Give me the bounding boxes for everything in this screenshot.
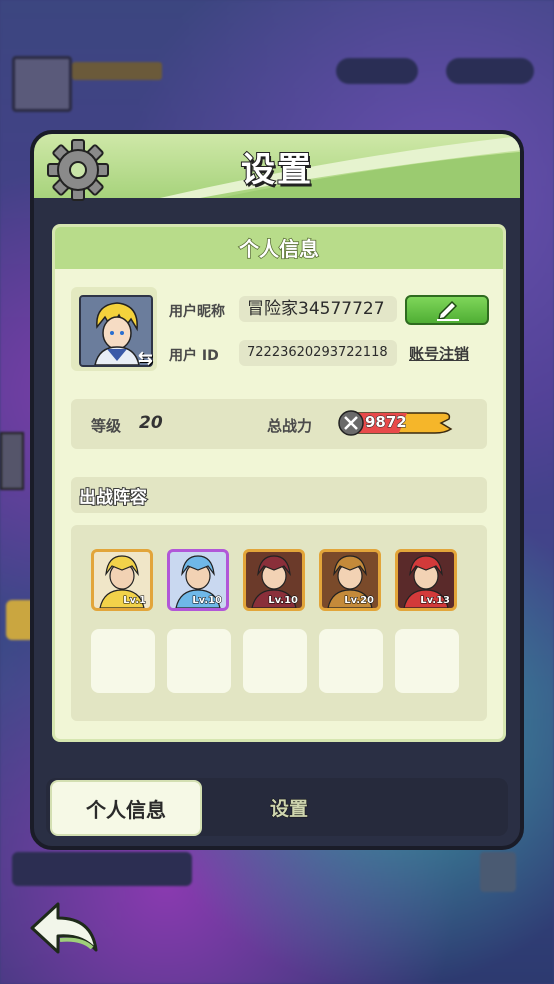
- id-label: 用户 ID: [169, 348, 219, 364]
- hero-level: Lv.13: [420, 595, 451, 607]
- empty-hero-slot[interactable]: [167, 629, 231, 693]
- edit-nickname-button[interactable]: [405, 295, 489, 325]
- hero-card[interactable]: Lv.13: [395, 549, 457, 611]
- nickname-value: 冒险家34577727: [239, 296, 397, 322]
- tab-personal-info-label: 个人信息: [86, 798, 166, 822]
- bg-name-bar: [72, 62, 162, 80]
- bg-mail-icon: [480, 852, 516, 892]
- hero-level: Lv.1: [123, 595, 147, 607]
- hero-level: Lv.10: [192, 595, 223, 607]
- hero-card[interactable]: Lv.1: [91, 549, 153, 611]
- bg-resource-1: [336, 58, 418, 84]
- lineup-header: 出战阵容: [71, 477, 487, 513]
- empty-hero-slot[interactable]: [91, 629, 155, 693]
- power-value: 9872: [365, 413, 408, 432]
- settings-panel: 设置 个人信息 ⇆ 用户昵称 冒险家34577727 用户 ID 7222362…: [30, 130, 524, 850]
- hero-card[interactable]: Lv.20: [319, 549, 381, 611]
- hero-level: Lv.10: [268, 595, 299, 607]
- tab-personal-info[interactable]: 个人信息: [50, 780, 202, 836]
- id-value: 72223620293722118: [239, 340, 397, 366]
- swap-avatar-icon[interactable]: ⇆: [138, 348, 153, 369]
- level-label: 等级: [91, 417, 122, 435]
- lineup-title: 出战阵容: [78, 487, 148, 509]
- empty-hero-slot[interactable]: [319, 629, 383, 693]
- bg-side-device: [0, 432, 24, 490]
- level-value: 20: [139, 413, 163, 433]
- personal-info-content: 个人信息 ⇆ 用户昵称 冒险家34577727 用户 ID 7222362029…: [52, 224, 506, 742]
- player-avatar[interactable]: ⇆: [71, 287, 157, 371]
- hero-level: Lv.20: [344, 595, 375, 607]
- cancel-account-link[interactable]: 账号注销: [409, 343, 469, 364]
- empty-hero-slot[interactable]: [243, 629, 307, 693]
- power-label: 总战力: [267, 417, 313, 435]
- bg-resource-2: [446, 58, 534, 84]
- pencil-icon: [437, 300, 459, 321]
- section-header: 个人信息: [55, 227, 503, 269]
- section-title: 个人信息: [238, 236, 320, 262]
- hero-card[interactable]: Lv.10: [243, 549, 305, 611]
- tab-settings[interactable]: 设置: [234, 794, 344, 824]
- gear-icon: [47, 139, 109, 201]
- hero-card[interactable]: Lv.10: [167, 549, 229, 611]
- back-arrow-icon[interactable]: [26, 898, 102, 958]
- tab-settings-label: 设置: [269, 798, 308, 821]
- nickname-label: 用户昵称: [169, 304, 225, 320]
- lineup-area: Lv.1 Lv.10 Lv.10 Lv.20 Lv.13: [71, 525, 487, 721]
- bg-player-portrait: [12, 56, 72, 112]
- empty-hero-slot[interactable]: [395, 629, 459, 693]
- bg-chat-box: [12, 852, 192, 886]
